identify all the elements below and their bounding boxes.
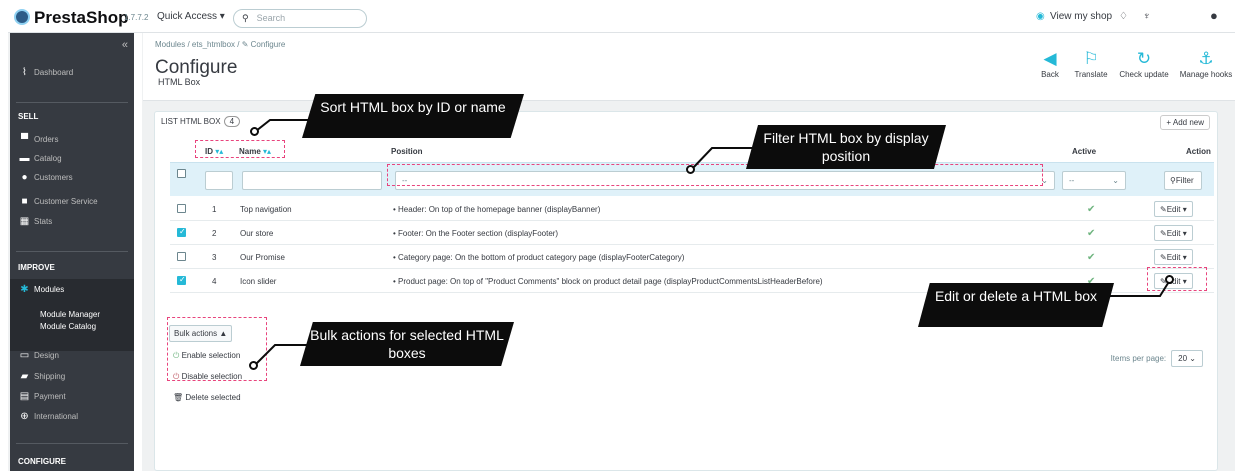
callout-edit: Edit or delete a HTML box: [918, 283, 1114, 327]
app-window: PrestaShop 1.7.7.2 Quick Access ▾ ⚲ Searc…: [0, 0, 1235, 471]
callout-bulk: Bulk actions for selected HTML boxes: [300, 322, 514, 366]
callout-lines: [254, 119, 1171, 366]
callout-dot: [249, 361, 258, 370]
callout-filter: Filter HTML box by display position: [746, 125, 946, 169]
callout-dot: [686, 165, 695, 174]
callout-dot: [250, 127, 259, 136]
callout-dot: [1165, 275, 1174, 284]
callout-sort: Sort HTML box by ID or name: [302, 94, 524, 138]
